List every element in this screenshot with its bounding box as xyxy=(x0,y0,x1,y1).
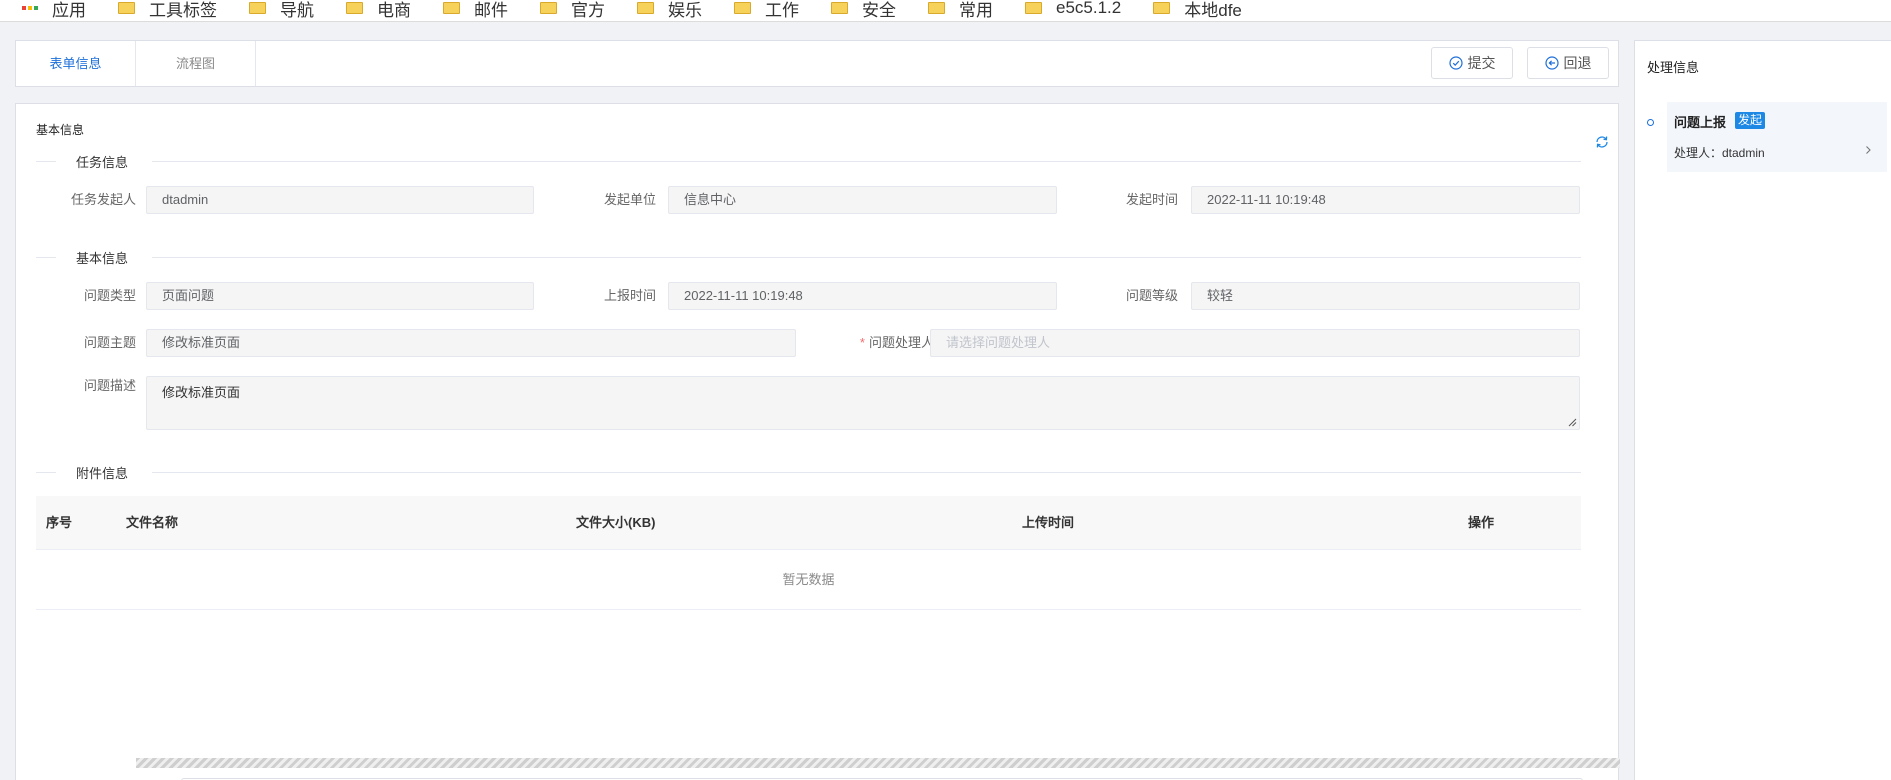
folder-icon xyxy=(928,2,945,14)
divider xyxy=(36,257,56,258)
process-info-title: 处理信息 xyxy=(1647,60,1700,75)
folder-icon xyxy=(637,2,654,14)
folder-icon xyxy=(443,2,460,14)
bookmark-label: 工具标签 xyxy=(149,0,217,20)
desc-label: 问题描述 xyxy=(83,378,136,393)
section-task-info: 任务信息 xyxy=(36,151,1581,171)
level-label: 问题等级 xyxy=(1125,288,1178,303)
bookmark-folder[interactable]: 工具标签 xyxy=(118,0,217,21)
divider xyxy=(152,161,1581,162)
type-label: 问题类型 xyxy=(83,288,136,303)
form-panel: 基本信息 任务信息 任务发起人 dtadmin 发起单位 信息中心 发起时间 2… xyxy=(15,103,1620,780)
folder-icon xyxy=(540,2,557,14)
section-title: 基本信息 xyxy=(76,251,129,266)
start-time-label: 发起时间 xyxy=(1125,192,1178,207)
panel-title: 基本信息 xyxy=(36,123,85,137)
bookmark-label: 娱乐 xyxy=(668,0,702,20)
back-circle-icon xyxy=(1544,56,1559,70)
section-title: 附件信息 xyxy=(76,466,129,481)
bookmark-apps[interactable]: 应用 xyxy=(22,0,86,21)
divider xyxy=(36,161,56,162)
report-time-label: 上报时间 xyxy=(603,288,656,303)
initiator-field[interactable]: dtadmin xyxy=(146,186,534,214)
splitter-handle[interactable] xyxy=(136,758,1620,768)
handler-label-wrap: * 问题处理人 xyxy=(816,329,934,357)
submit-label: 提交 xyxy=(1467,55,1496,71)
unit-field[interactable]: 信息中心 xyxy=(668,186,1057,214)
attachment-table-header: 序号 文件名称 文件大小(KB) 上传时间 操作 xyxy=(36,496,1581,550)
level-field[interactable]: 较轻 xyxy=(1191,282,1580,310)
bookmarks-bar: 应用 工具标签 导航 电商 邮件 官方 娱乐 工作 安全 常用 e5c5.1.2… xyxy=(0,0,1891,22)
divider xyxy=(152,257,1581,258)
folder-icon xyxy=(346,2,363,14)
section-basic-info: 基本信息 xyxy=(36,247,1581,267)
section-title: 任务信息 xyxy=(76,155,129,170)
bookmark-folder[interactable]: 邮件 xyxy=(443,0,508,21)
subject-field[interactable]: 修改标准页面 xyxy=(146,329,796,357)
timeline-dot-icon xyxy=(1647,119,1654,126)
type-field[interactable]: 页面问题 xyxy=(146,282,534,310)
tab-flowchart[interactable]: 流程图 xyxy=(136,41,256,86)
table-empty-text: 暂无数据 xyxy=(36,550,1581,610)
handler-label: 问题处理人 xyxy=(868,335,934,350)
bookmark-folder[interactable]: 本地dfe xyxy=(1153,0,1242,21)
folder-icon xyxy=(734,2,751,14)
folder-icon xyxy=(118,2,135,14)
desc-text: 修改标准页面 xyxy=(162,385,241,400)
bookmark-label: 导航 xyxy=(280,0,314,20)
step-name: 问题上报 xyxy=(1674,115,1727,130)
bookmark-folder[interactable]: 官方 xyxy=(540,0,605,21)
bookmark-folder[interactable]: 导航 xyxy=(249,0,314,21)
bookmark-label: 官方 xyxy=(571,0,605,20)
column-header: 上传时间 xyxy=(1022,515,1075,530)
column-header: 文件名称 xyxy=(126,515,179,530)
back-label: 回退 xyxy=(1563,55,1592,71)
folder-icon xyxy=(1025,2,1042,14)
report-time-field[interactable]: 2022-11-11 10:19:48 xyxy=(668,282,1057,310)
column-header: 文件大小(KB) xyxy=(576,515,656,530)
folder-icon xyxy=(1153,2,1171,14)
bookmark-label: 本地dfe xyxy=(1184,0,1242,20)
column-header: 操作 xyxy=(1468,515,1495,530)
divider xyxy=(152,472,1581,473)
initiator-label: 任务发起人 xyxy=(70,192,136,207)
bookmark-label: 邮件 xyxy=(474,0,508,20)
unit-label: 发起单位 xyxy=(603,192,656,207)
bookmark-label: 电商 xyxy=(377,0,411,20)
divider xyxy=(36,472,56,473)
subject-label: 问题主题 xyxy=(83,335,136,350)
section-attachment-info: 附件信息 xyxy=(36,462,1581,482)
bookmark-label: 应用 xyxy=(52,0,86,20)
process-info-panel: 处理信息 问题上报 发起 处理人：dtadmin xyxy=(1634,40,1891,780)
bookmark-folder[interactable]: e5c5.1.2 xyxy=(1025,0,1121,21)
step-handler: 处理人：dtadmin xyxy=(1674,146,1765,160)
desc-textarea[interactable]: 修改标准页面 xyxy=(146,376,1580,430)
bookmark-label: 安全 xyxy=(862,0,896,20)
folder-icon xyxy=(831,2,848,14)
column-header: 序号 xyxy=(46,515,73,530)
process-step-card[interactable]: 问题上报 发起 处理人：dtadmin xyxy=(1667,102,1887,172)
resize-grip-icon[interactable] xyxy=(1568,418,1577,427)
refresh-icon[interactable] xyxy=(1594,134,1610,150)
bookmark-folder[interactable]: 常用 xyxy=(928,0,993,21)
start-time-field[interactable]: 2022-11-11 10:19:48 xyxy=(1191,186,1580,214)
folder-icon xyxy=(249,2,266,14)
back-button[interactable]: 回退 xyxy=(1527,47,1609,79)
handler-select[interactable]: 请选择问题处理人 xyxy=(930,329,1580,357)
required-mark: * xyxy=(859,335,865,350)
tabs-toolbar: 表单信息 流程图 提交 回退 xyxy=(15,40,1619,87)
bookmark-label: 常用 xyxy=(959,0,993,20)
status-badge: 发起 xyxy=(1735,112,1766,129)
bookmark-folder[interactable]: 安全 xyxy=(831,0,896,21)
chevron-right-icon[interactable] xyxy=(1863,145,1873,155)
check-circle-icon xyxy=(1448,56,1463,70)
bookmark-folder[interactable]: 电商 xyxy=(346,0,411,21)
bookmark-folder[interactable]: 娱乐 xyxy=(637,0,702,21)
apps-grid-icon xyxy=(22,6,38,10)
bookmark-label: e5c5.1.2 xyxy=(1056,0,1122,17)
bookmark-label: 工作 xyxy=(765,0,799,20)
bookmark-folder[interactable]: 工作 xyxy=(734,0,799,21)
tab-form-info[interactable]: 表单信息 xyxy=(16,41,136,86)
submit-button[interactable]: 提交 xyxy=(1431,47,1513,79)
